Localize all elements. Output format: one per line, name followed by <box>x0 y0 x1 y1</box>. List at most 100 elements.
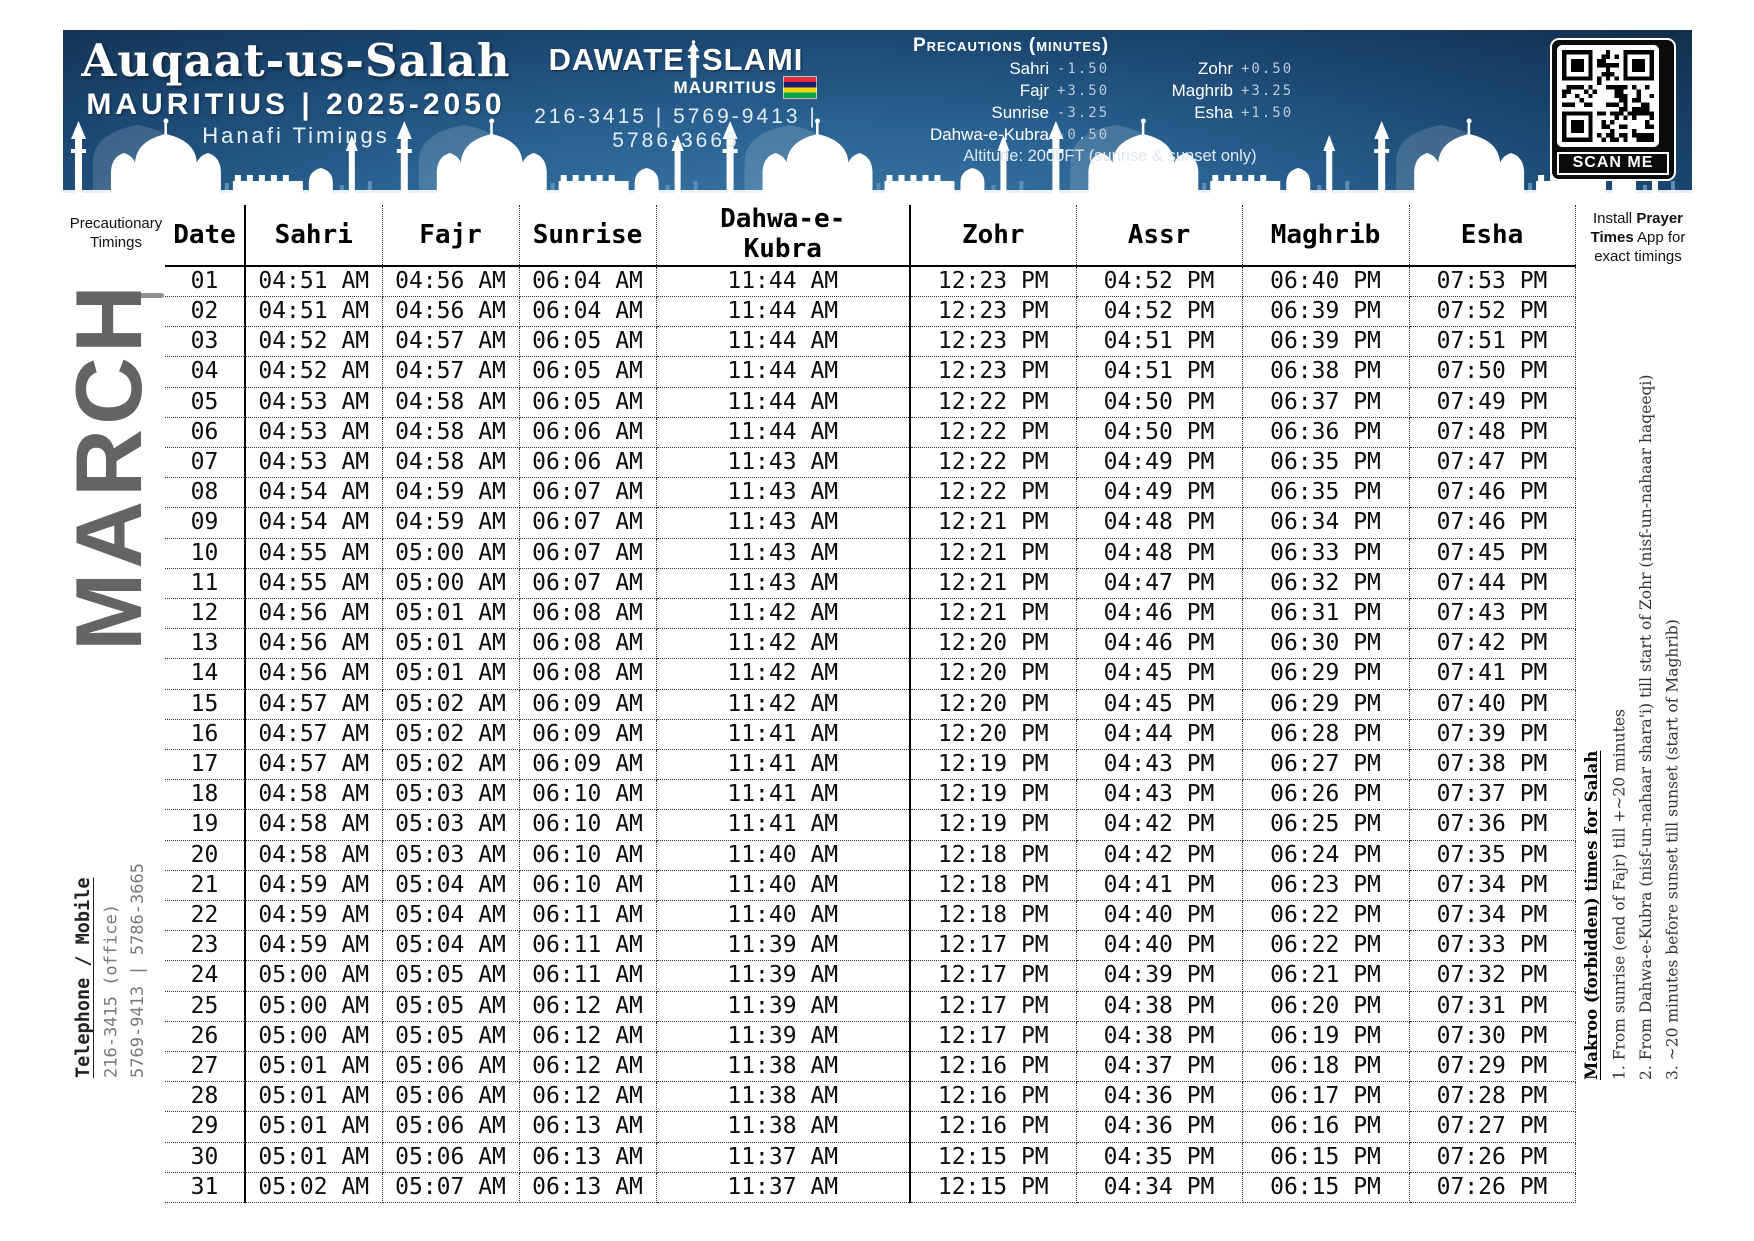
cell-assr: 04:49 PM <box>1076 448 1242 478</box>
cell-date: 09 <box>165 508 245 538</box>
header-banner: Auqaat-us-Salah MAURITIUS | 2025-2050 Ha… <box>63 30 1692 193</box>
cell-zohr: 12:21 PM <box>910 599 1076 629</box>
cell-sahri: 04:58 AM <box>245 780 382 810</box>
cell-dahwa-e-kubra: 11:44 AM <box>656 266 910 297</box>
cell-zohr: 12:17 PM <box>910 961 1076 991</box>
cell-zohr: 12:20 PM <box>910 629 1076 659</box>
cell-dahwa-e-kubra: 11:44 AM <box>656 357 910 387</box>
cell-dahwa-e-kubra: 11:39 AM <box>656 931 910 961</box>
altitude-note: Altitude: 2000FT (sunrise & sunset only) <box>855 147 1295 166</box>
cell-dahwa-e-kubra: 11:39 AM <box>656 1021 910 1051</box>
cell-date: 06 <box>165 417 245 447</box>
precaution-dahwa: Dahwa-e-Kubra -0.50 <box>901 124 1119 146</box>
cell-sahri: 04:58 AM <box>245 810 382 840</box>
precaution-sahri: Sahri -1.50 <box>901 58 1119 80</box>
cell-assr: 04:41 PM <box>1076 870 1242 900</box>
cell-sunrise: 06:12 AM <box>519 991 656 1021</box>
cell-maghrib: 06:34 PM <box>1242 508 1409 538</box>
cell-sahri: 04:53 AM <box>245 448 382 478</box>
cell-fajr: 04:59 AM <box>382 478 519 508</box>
poster-title: Auqaat-us-Salah <box>81 36 511 86</box>
cell-assr: 04:51 PM <box>1076 357 1242 387</box>
cell-esha: 07:52 PM <box>1409 296 1575 326</box>
cell-maghrib: 06:16 PM <box>1242 1112 1409 1142</box>
cell-zohr: 12:23 PM <box>910 357 1076 387</box>
table-row: 1104:55 AM05:00 AM06:07 AM11:43 AM12:21 … <box>165 568 1575 598</box>
cell-sahri: 04:52 AM <box>245 327 382 357</box>
cell-esha: 07:36 PM <box>1409 810 1575 840</box>
cell-zohr: 12:21 PM <box>910 508 1076 538</box>
precaution-sunrise: Sunrise -3.25 <box>901 102 1119 124</box>
cell-sahri: 04:57 AM <box>245 719 382 749</box>
cell-esha: 07:37 PM <box>1409 780 1575 810</box>
cell-fajr: 04:58 AM <box>382 387 519 417</box>
cell-date: 08 <box>165 478 245 508</box>
cell-assr: 04:38 PM <box>1076 991 1242 1021</box>
cell-maghrib: 06:15 PM <box>1242 1172 1409 1202</box>
cell-esha: 07:26 PM <box>1409 1172 1575 1202</box>
cell-fajr: 05:04 AM <box>382 901 519 931</box>
cell-maghrib: 06:23 PM <box>1242 870 1409 900</box>
cell-date: 18 <box>165 780 245 810</box>
cell-sunrise: 06:11 AM <box>519 931 656 961</box>
timings-table: Date Sahri Fajr Sunrise Dahwa-e-Kubra Zo… <box>165 205 1576 1203</box>
cell-maghrib: 06:26 PM <box>1242 780 1409 810</box>
cell-sahri: 04:55 AM <box>245 568 382 598</box>
cell-assr: 04:46 PM <box>1076 599 1242 629</box>
logo-region-label: MAURITIUS <box>674 78 777 98</box>
cell-dahwa-e-kubra: 11:43 AM <box>656 508 910 538</box>
cell-sahri: 04:51 AM <box>245 266 382 297</box>
cell-dahwa-e-kubra: 11:43 AM <box>656 538 910 568</box>
cell-maghrib: 06:18 PM <box>1242 1052 1409 1082</box>
cell-fajr: 04:56 AM <box>382 266 519 297</box>
cell-sunrise: 06:07 AM <box>519 478 656 508</box>
cell-zohr: 12:20 PM <box>910 689 1076 719</box>
poster-method: Hanafi Timings <box>81 123 511 149</box>
cell-assr: 04:43 PM <box>1076 780 1242 810</box>
cell-dahwa-e-kubra: 11:43 AM <box>656 568 910 598</box>
cell-sahri: 05:01 AM <box>245 1142 382 1172</box>
cell-dahwa-e-kubra: 11:44 AM <box>656 327 910 357</box>
cell-date: 04 <box>165 357 245 387</box>
table-row: 2605:00 AM05:05 AM06:12 AM11:39 AM12:17 … <box>165 1021 1575 1051</box>
cell-assr: 04:52 PM <box>1076 296 1242 326</box>
cell-sahri: 04:56 AM <box>245 629 382 659</box>
cell-fajr: 04:58 AM <box>382 417 519 447</box>
cell-assr: 04:43 PM <box>1076 750 1242 780</box>
cell-dahwa-e-kubra: 11:44 AM <box>656 387 910 417</box>
cell-sahri: 04:56 AM <box>245 599 382 629</box>
column-header-esha: Esha <box>1409 205 1575 266</box>
table-row: 2304:59 AM05:04 AM06:11 AM11:39 AM12:17 … <box>165 931 1575 961</box>
cell-esha: 07:53 PM <box>1409 266 1575 297</box>
logo-text-right: SLAMI <box>702 42 803 78</box>
cell-fajr: 04:56 AM <box>382 296 519 326</box>
table-row: 2405:00 AM05:05 AM06:11 AM11:39 AM12:17 … <box>165 961 1575 991</box>
cell-dahwa-e-kubra: 11:42 AM <box>656 599 910 629</box>
cell-esha: 07:41 PM <box>1409 659 1575 689</box>
cell-fajr: 05:07 AM <box>382 1172 519 1202</box>
cell-maghrib: 06:25 PM <box>1242 810 1409 840</box>
cell-sunrise: 06:13 AM <box>519 1172 656 1202</box>
cell-dahwa-e-kubra: 11:37 AM <box>656 1172 910 1202</box>
cell-sunrise: 06:11 AM <box>519 961 656 991</box>
cell-esha: 07:29 PM <box>1409 1052 1575 1082</box>
table-row: 2905:01 AM05:06 AM06:13 AM11:38 AM12:16 … <box>165 1112 1575 1142</box>
cell-assr: 04:38 PM <box>1076 1021 1242 1051</box>
cell-date: 29 <box>165 1112 245 1142</box>
cell-sunrise: 06:08 AM <box>519 599 656 629</box>
precaution-esha: Esha +1.50 <box>1141 102 1303 124</box>
cell-esha: 07:44 PM <box>1409 568 1575 598</box>
cell-zohr: 12:17 PM <box>910 991 1076 1021</box>
cell-date: 20 <box>165 840 245 870</box>
table-row: 1004:55 AM05:00 AM06:07 AM11:43 AM12:21 … <box>165 538 1575 568</box>
cell-sahri: 05:01 AM <box>245 1052 382 1082</box>
cell-sahri: 04:55 AM <box>245 538 382 568</box>
cell-sunrise: 06:07 AM <box>519 568 656 598</box>
cell-zohr: 12:18 PM <box>910 870 1076 900</box>
cell-sahri: 04:51 AM <box>245 296 382 326</box>
cell-sunrise: 06:09 AM <box>519 750 656 780</box>
cell-sunrise: 06:13 AM <box>519 1112 656 1142</box>
cell-fajr: 05:02 AM <box>382 689 519 719</box>
cell-zohr: 12:21 PM <box>910 538 1076 568</box>
cell-date: 28 <box>165 1082 245 1112</box>
